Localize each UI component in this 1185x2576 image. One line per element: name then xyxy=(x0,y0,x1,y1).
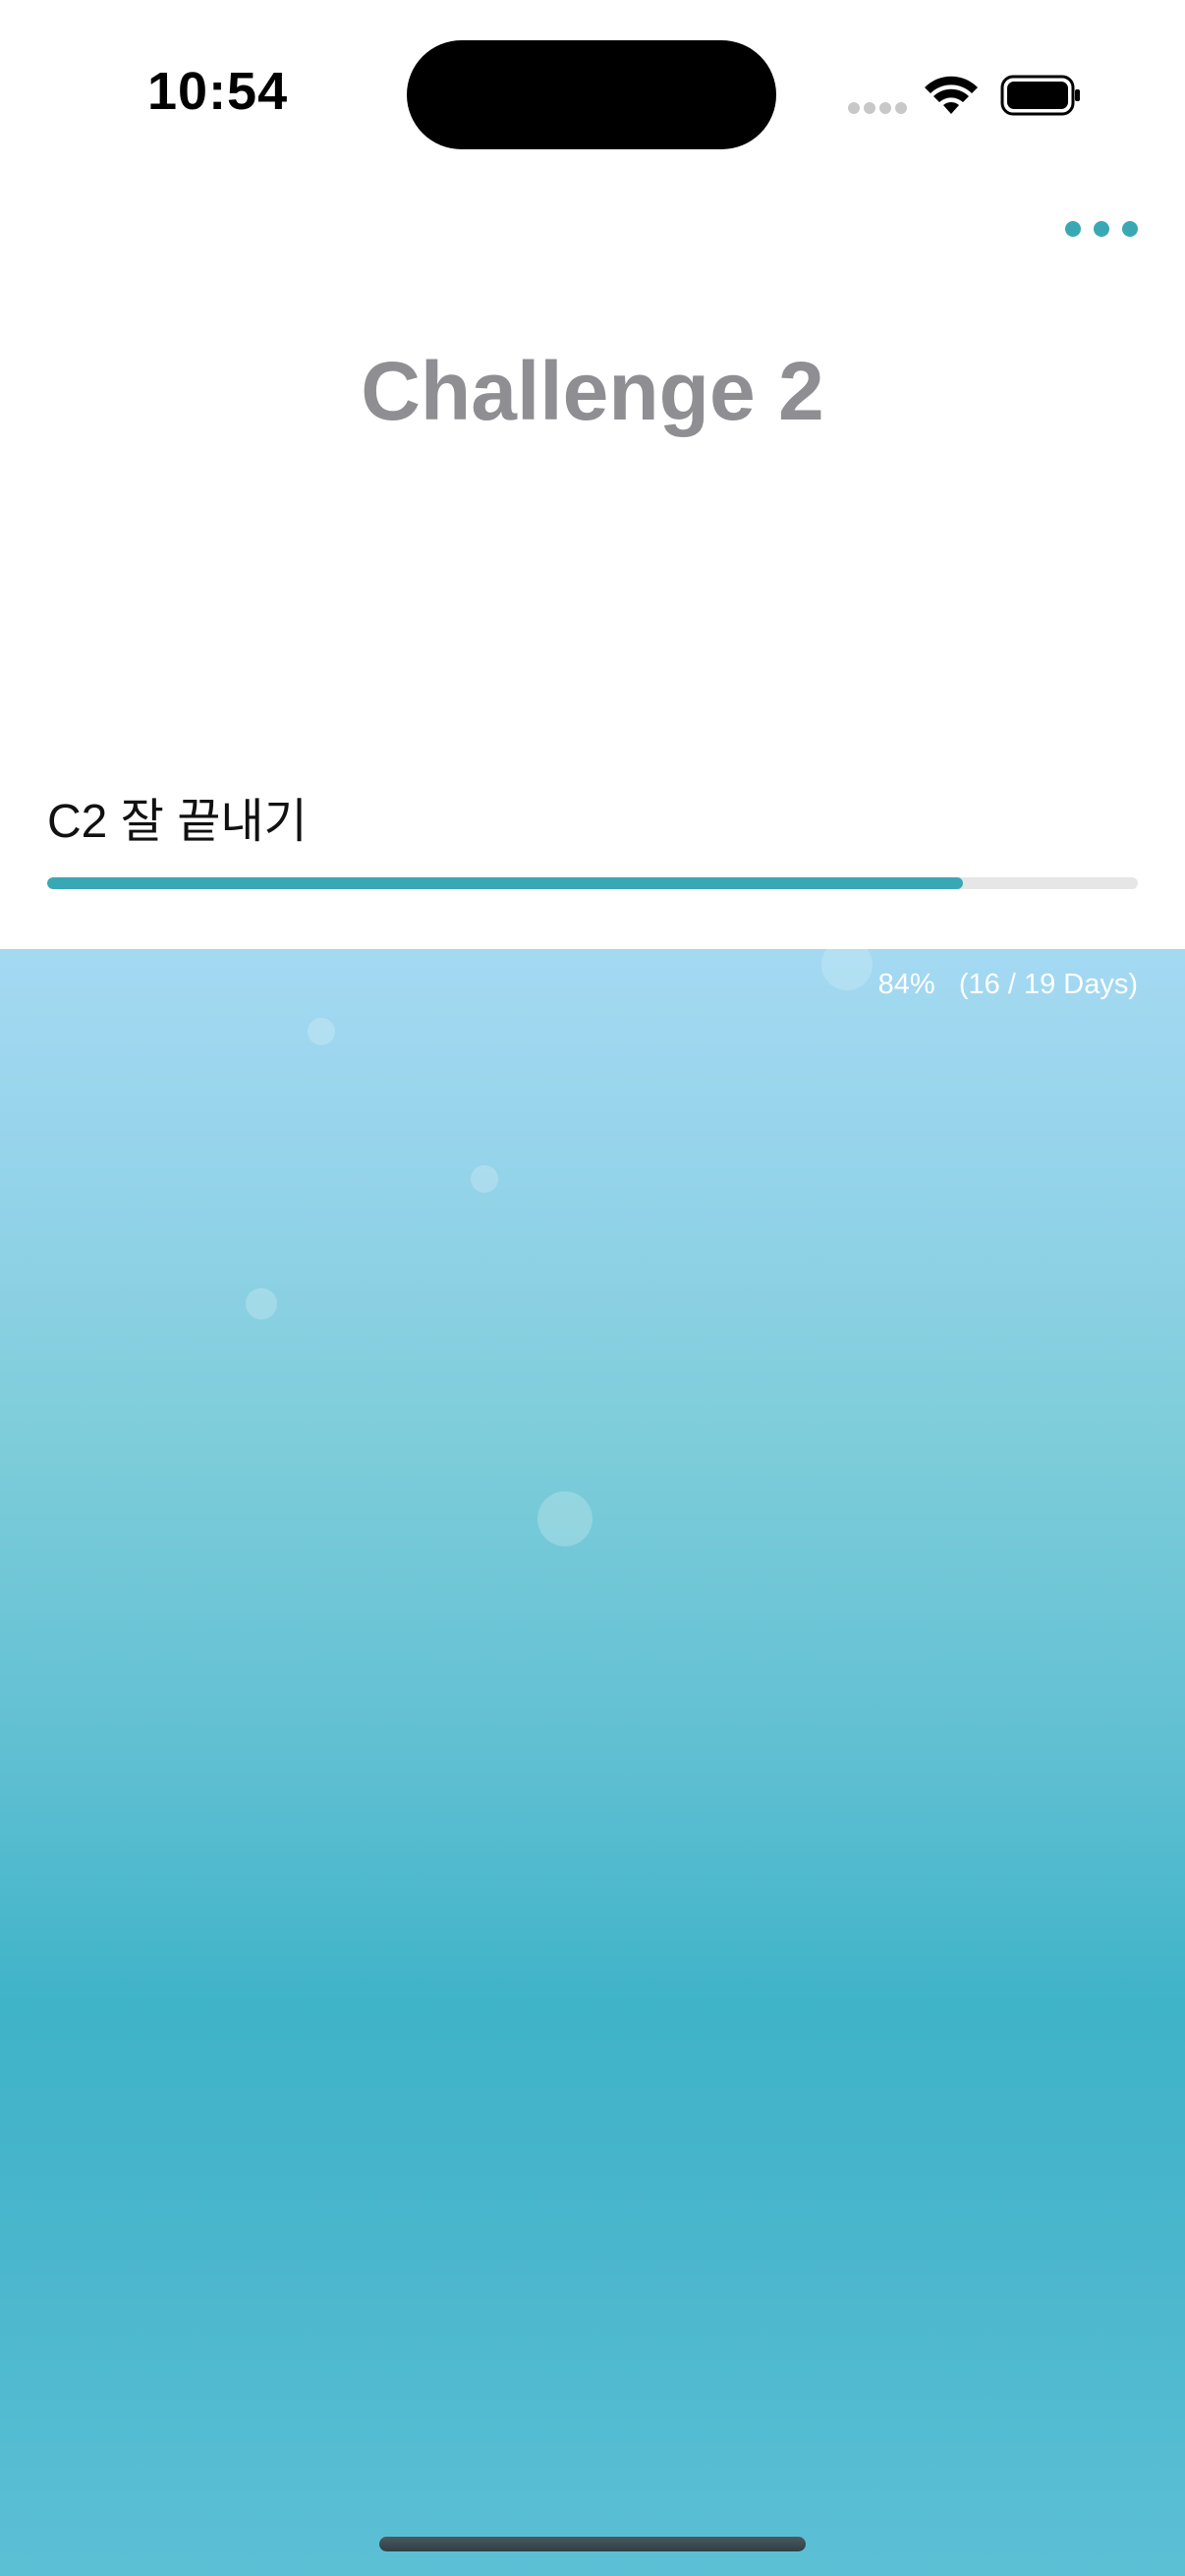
challenge-screen: 10:54 Challenge 2 C2 잘 끝내기 84% (16 / 19 … xyxy=(0,0,1185,2576)
bubble xyxy=(537,1491,592,1546)
days-text: (16 / 19 Days) xyxy=(958,969,1138,1000)
ellipsis-icon xyxy=(1065,221,1081,237)
bubble xyxy=(246,1288,277,1319)
status-time: 10:54 xyxy=(147,62,289,121)
bubble xyxy=(821,949,873,990)
bubble xyxy=(471,1165,498,1193)
cellular-signal-icon xyxy=(848,102,909,116)
status-bar: 10:54 xyxy=(0,0,1185,187)
home-indicator[interactable] xyxy=(379,2537,806,2551)
page-title: Challenge 2 xyxy=(361,345,824,437)
water-progress-area: 84% (16 / 19 Days) xyxy=(0,949,1185,2576)
progress-fill xyxy=(47,877,964,889)
battery-icon xyxy=(1000,75,1080,116)
bubble xyxy=(308,1018,335,1045)
more-options-button[interactable] xyxy=(1057,212,1138,246)
progress-bar xyxy=(47,877,1138,889)
progress-caption: 84% (16 / 19 Days) xyxy=(878,969,1138,1001)
wifi-icon xyxy=(925,76,978,114)
percent-text: 84% xyxy=(877,969,935,1000)
dynamic-island xyxy=(407,40,776,149)
goal-label: C2 잘 끝내기 xyxy=(47,796,308,848)
